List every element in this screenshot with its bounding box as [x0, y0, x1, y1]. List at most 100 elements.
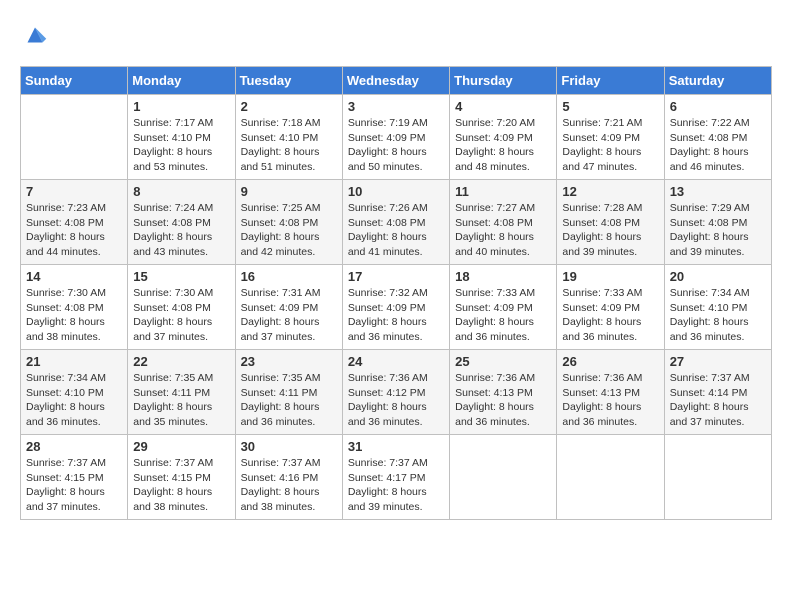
day-info: Sunrise: 7:29 AMSunset: 4:08 PMDaylight:…: [670, 201, 766, 260]
calendar-cell: [557, 435, 664, 520]
day-info: Sunrise: 7:34 AMSunset: 4:10 PMDaylight:…: [670, 286, 766, 345]
calendar-cell: 30 Sunrise: 7:37 AMSunset: 4:16 PMDayligh…: [235, 435, 342, 520]
day-number: 17: [348, 269, 444, 284]
day-number: 1: [133, 99, 229, 114]
day-number: 28: [26, 439, 122, 454]
day-info: Sunrise: 7:20 AMSunset: 4:09 PMDaylight:…: [455, 116, 551, 175]
weekday-header-sunday: Sunday: [21, 67, 128, 95]
weekday-header-row: SundayMondayTuesdayWednesdayThursdayFrid…: [21, 67, 772, 95]
day-info: Sunrise: 7:25 AMSunset: 4:08 PMDaylight:…: [241, 201, 337, 260]
weekday-header-saturday: Saturday: [664, 67, 771, 95]
calendar-cell: 3 Sunrise: 7:19 AMSunset: 4:09 PMDaylight…: [342, 95, 449, 180]
day-number: 8: [133, 184, 229, 199]
day-number: 3: [348, 99, 444, 114]
day-number: 18: [455, 269, 551, 284]
calendar-cell: 4 Sunrise: 7:20 AMSunset: 4:09 PMDaylight…: [450, 95, 557, 180]
day-info: Sunrise: 7:37 AMSunset: 4:17 PMDaylight:…: [348, 456, 444, 515]
day-number: 26: [562, 354, 658, 369]
day-number: 2: [241, 99, 337, 114]
calendar-cell: 23 Sunrise: 7:35 AMSunset: 4:11 PMDayligh…: [235, 350, 342, 435]
day-info: Sunrise: 7:23 AMSunset: 4:08 PMDaylight:…: [26, 201, 122, 260]
day-number: 10: [348, 184, 444, 199]
day-info: Sunrise: 7:36 AMSunset: 4:13 PMDaylight:…: [455, 371, 551, 430]
day-info: Sunrise: 7:37 AMSunset: 4:14 PMDaylight:…: [670, 371, 766, 430]
calendar-cell: 11 Sunrise: 7:27 AMSunset: 4:08 PMDayligh…: [450, 180, 557, 265]
page-header: [20, 20, 772, 50]
day-info: Sunrise: 7:32 AMSunset: 4:09 PMDaylight:…: [348, 286, 444, 345]
day-number: 24: [348, 354, 444, 369]
weekday-header-tuesday: Tuesday: [235, 67, 342, 95]
day-number: 21: [26, 354, 122, 369]
calendar-cell: 18 Sunrise: 7:33 AMSunset: 4:09 PMDayligh…: [450, 265, 557, 350]
day-number: 31: [348, 439, 444, 454]
day-info: Sunrise: 7:35 AMSunset: 4:11 PMDaylight:…: [241, 371, 337, 430]
day-number: 16: [241, 269, 337, 284]
weekday-header-thursday: Thursday: [450, 67, 557, 95]
day-info: Sunrise: 7:37 AMSunset: 4:15 PMDaylight:…: [133, 456, 229, 515]
calendar-cell: 26 Sunrise: 7:36 AMSunset: 4:13 PMDayligh…: [557, 350, 664, 435]
day-info: Sunrise: 7:36 AMSunset: 4:13 PMDaylight:…: [562, 371, 658, 430]
calendar-cell: 21 Sunrise: 7:34 AMSunset: 4:10 PMDayligh…: [21, 350, 128, 435]
calendar-cell: 24 Sunrise: 7:36 AMSunset: 4:12 PMDayligh…: [342, 350, 449, 435]
calendar-cell: 25 Sunrise: 7:36 AMSunset: 4:13 PMDayligh…: [450, 350, 557, 435]
day-info: Sunrise: 7:36 AMSunset: 4:12 PMDaylight:…: [348, 371, 444, 430]
day-info: Sunrise: 7:19 AMSunset: 4:09 PMDaylight:…: [348, 116, 444, 175]
day-number: 11: [455, 184, 551, 199]
day-info: Sunrise: 7:33 AMSunset: 4:09 PMDaylight:…: [562, 286, 658, 345]
calendar-cell: [450, 435, 557, 520]
day-number: 9: [241, 184, 337, 199]
calendar-cell: 9 Sunrise: 7:25 AMSunset: 4:08 PMDaylight…: [235, 180, 342, 265]
calendar-cell: 28 Sunrise: 7:37 AMSunset: 4:15 PMDayligh…: [21, 435, 128, 520]
calendar-cell: 12Sunrise: 7:28 AMSunset: 4:08 PMDayligh…: [557, 180, 664, 265]
day-info: Sunrise: 7:34 AMSunset: 4:10 PMDaylight:…: [26, 371, 122, 430]
calendar-week-row: 1Sunrise: 7:17 AMSunset: 4:10 PMDaylight…: [21, 95, 772, 180]
calendar-cell: 31 Sunrise: 7:37 AMSunset: 4:17 PMDayligh…: [342, 435, 449, 520]
calendar-cell: 22 Sunrise: 7:35 AMSunset: 4:11 PMDayligh…: [128, 350, 235, 435]
calendar-cell: 29 Sunrise: 7:37 AMSunset: 4:15 PMDayligh…: [128, 435, 235, 520]
day-info: Sunrise: 7:30 AMSunset: 4:08 PMDaylight:…: [133, 286, 229, 345]
day-info: Sunrise: 7:37 AMSunset: 4:16 PMDaylight:…: [241, 456, 337, 515]
day-number: 4: [455, 99, 551, 114]
day-info: Sunrise: 7:22 AMSunset: 4:08 PMDaylight:…: [670, 116, 766, 175]
calendar-cell: 6Sunrise: 7:22 AMSunset: 4:08 PMDaylight…: [664, 95, 771, 180]
day-number: 27: [670, 354, 766, 369]
day-info: Sunrise: 7:30 AMSunset: 4:08 PMDaylight:…: [26, 286, 122, 345]
calendar-cell: 10 Sunrise: 7:26 AMSunset: 4:08 PMDayligh…: [342, 180, 449, 265]
day-number: 19: [562, 269, 658, 284]
calendar-cell: 15Sunrise: 7:30 AMSunset: 4:08 PMDayligh…: [128, 265, 235, 350]
logo: [20, 20, 54, 50]
day-info: Sunrise: 7:33 AMSunset: 4:09 PMDaylight:…: [455, 286, 551, 345]
day-number: 30: [241, 439, 337, 454]
calendar-cell: 1Sunrise: 7:17 AMSunset: 4:10 PMDaylight…: [128, 95, 235, 180]
calendar-cell: 2Sunrise: 7:18 AMSunset: 4:10 PMDaylight…: [235, 95, 342, 180]
day-info: Sunrise: 7:26 AMSunset: 4:08 PMDaylight:…: [348, 201, 444, 260]
calendar-cell: 5 Sunrise: 7:21 AMSunset: 4:09 PMDaylight…: [557, 95, 664, 180]
day-info: Sunrise: 7:24 AMSunset: 4:08 PMDaylight:…: [133, 201, 229, 260]
calendar-cell: 7 Sunrise: 7:23 AMSunset: 4:08 PMDaylight…: [21, 180, 128, 265]
day-number: 5: [562, 99, 658, 114]
day-number: 22: [133, 354, 229, 369]
day-number: 25: [455, 354, 551, 369]
logo-icon: [20, 20, 50, 50]
calendar-cell: 20Sunrise: 7:34 AMSunset: 4:10 PMDayligh…: [664, 265, 771, 350]
calendar-table: SundayMondayTuesdayWednesdayThursdayFrid…: [20, 66, 772, 520]
calendar-cell: 17 Sunrise: 7:32 AMSunset: 4:09 PMDayligh…: [342, 265, 449, 350]
day-info: Sunrise: 7:35 AMSunset: 4:11 PMDaylight:…: [133, 371, 229, 430]
day-info: Sunrise: 7:27 AMSunset: 4:08 PMDaylight:…: [455, 201, 551, 260]
calendar-cell: [664, 435, 771, 520]
calendar-cell: 16 Sunrise: 7:31 AMSunset: 4:09 PMDayligh…: [235, 265, 342, 350]
calendar-cell: 13Sunrise: 7:29 AMSunset: 4:08 PMDayligh…: [664, 180, 771, 265]
weekday-header-wednesday: Wednesday: [342, 67, 449, 95]
calendar-week-row: 7 Sunrise: 7:23 AMSunset: 4:08 PMDaylight…: [21, 180, 772, 265]
day-info: Sunrise: 7:28 AMSunset: 4:08 PMDaylight:…: [562, 201, 658, 260]
weekday-header-friday: Friday: [557, 67, 664, 95]
calendar-header: SundayMondayTuesdayWednesdayThursdayFrid…: [21, 67, 772, 95]
day-number: 7: [26, 184, 122, 199]
day-info: Sunrise: 7:31 AMSunset: 4:09 PMDaylight:…: [241, 286, 337, 345]
calendar-body: 1Sunrise: 7:17 AMSunset: 4:10 PMDaylight…: [21, 95, 772, 520]
day-number: 23: [241, 354, 337, 369]
day-info: Sunrise: 7:21 AMSunset: 4:09 PMDaylight:…: [562, 116, 658, 175]
calendar-cell: [21, 95, 128, 180]
day-number: 29: [133, 439, 229, 454]
day-info: Sunrise: 7:37 AMSunset: 4:15 PMDaylight:…: [26, 456, 122, 515]
